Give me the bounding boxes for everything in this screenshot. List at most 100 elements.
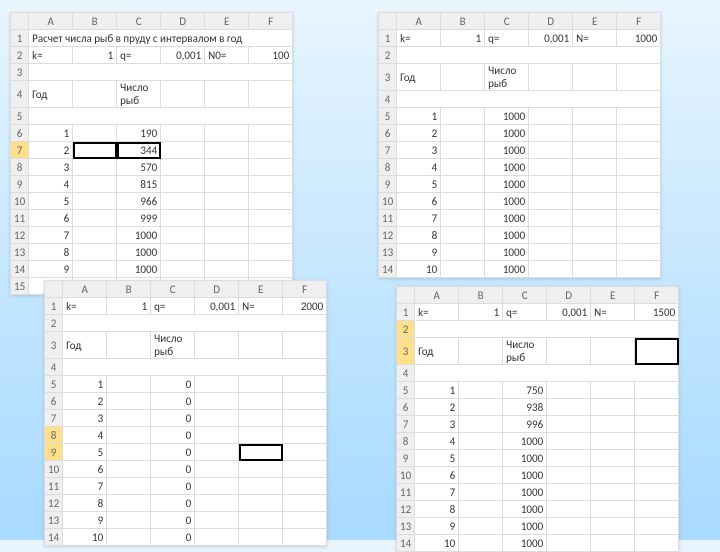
table-row[interactable]: 4 [379, 91, 661, 108]
col-header[interactable]: C [151, 281, 195, 298]
cell[interactable]: 9 [415, 518, 459, 535]
table-row[interactable]: 731000 [379, 142, 661, 159]
cell[interactable]: 9 [29, 261, 73, 278]
cell[interactable]: 1000 [485, 261, 529, 278]
table-row[interactable]: 1281000 [397, 501, 679, 518]
cell[interactable] [63, 315, 327, 332]
table-row[interactable]: 4 Год Число рыб [11, 81, 293, 108]
col-header[interactable]: C [503, 287, 547, 304]
cell[interactable] [73, 81, 117, 108]
cell[interactable]: 3 [397, 142, 441, 159]
cell[interactable]: 7 [415, 484, 459, 501]
cell[interactable]: 10 [415, 535, 459, 552]
cell[interactable]: 10 [397, 261, 441, 278]
row-header[interactable]: 6 [45, 393, 63, 410]
cell[interactable]: 1 [397, 108, 441, 125]
col-header[interactable]: E [573, 13, 617, 30]
col-header[interactable]: B [107, 281, 151, 298]
row-header[interactable]: 13 [11, 244, 29, 261]
cell[interactable] [239, 444, 283, 461]
table-row[interactable]: 621000 [379, 125, 661, 142]
table-row[interactable]: 1491000 [11, 261, 293, 278]
col-header[interactable]: E [591, 287, 635, 304]
cell[interactable]: 0 [151, 495, 195, 512]
cell[interactable]: 1000 [503, 450, 547, 467]
table-row[interactable]: 840 [45, 427, 327, 444]
table-row[interactable]: 1 k= 1 q= 0,001 N= 2000 [45, 298, 327, 315]
row-header[interactable]: 5 [45, 376, 63, 393]
table-row[interactable]: 1281000 [379, 227, 661, 244]
cell[interactable]: 1000 [503, 433, 547, 450]
cell[interactable]: k= [63, 298, 107, 315]
table-row[interactable]: 730 [45, 410, 327, 427]
cell[interactable]: 999 [117, 210, 161, 227]
col-header[interactable]: D [195, 281, 239, 298]
cell[interactable]: 0 [151, 393, 195, 410]
table-row[interactable]: 116999 [11, 210, 293, 227]
cell[interactable]: 7 [63, 478, 107, 495]
row-header[interactable]: 4 [45, 359, 63, 376]
table-row[interactable]: 1 k= 1 q= 0,001 N= 1000 [379, 30, 661, 47]
row-header[interactable]: 12 [379, 227, 397, 244]
cell[interactable] [441, 64, 485, 91]
row-header[interactable]: 6 [379, 125, 397, 142]
row-header[interactable]: 15 [11, 278, 29, 295]
cell[interactable] [397, 91, 661, 108]
table-row[interactable]: 1 k= 1 q= 0,001 N= 1500 [397, 304, 679, 321]
cell[interactable]: 1 [73, 47, 117, 64]
row-header[interactable]: 9 [11, 176, 29, 193]
table-row[interactable]: 1390 [45, 512, 327, 529]
cell[interactable]: 5 [63, 444, 107, 461]
cell[interactable]: 1000 [503, 467, 547, 484]
table-row[interactable]: 14101000 [379, 261, 661, 278]
row-header[interactable]: 2 [397, 321, 415, 338]
table-row[interactable]: 1060 [45, 461, 327, 478]
table-row[interactable]: 841000 [379, 159, 661, 176]
cell[interactable]: 1 [63, 376, 107, 393]
cell[interactable]: 1000 [485, 159, 529, 176]
table-row[interactable]: 1271000 [11, 227, 293, 244]
cell[interactable]: 1500 [635, 304, 679, 321]
cell[interactable]: q= [151, 298, 195, 315]
cell[interactable]: k= [29, 47, 73, 64]
cell[interactable]: 750 [503, 382, 547, 399]
cell[interactable]: 4 [63, 427, 107, 444]
cell[interactable]: 1000 [117, 261, 161, 278]
corner-cell[interactable] [379, 13, 397, 30]
cell[interactable]: 966 [117, 193, 161, 210]
cell[interactable]: 570 [117, 159, 161, 176]
col-header[interactable]: F [283, 281, 327, 298]
cell[interactable]: 2 [415, 399, 459, 416]
cell[interactable]: 0 [151, 461, 195, 478]
col-header[interactable]: F [617, 13, 661, 30]
cell[interactable]: 8 [415, 501, 459, 518]
row-header[interactable]: 5 [11, 108, 29, 125]
cell[interactable]: 1000 [117, 227, 161, 244]
row-header[interactable]: 8 [397, 433, 415, 450]
row-header[interactable]: 2 [379, 47, 397, 64]
cell[interactable]: 9 [397, 244, 441, 261]
col-header[interactable]: D [547, 287, 591, 304]
row-header[interactable]: 8 [45, 427, 63, 444]
row-header[interactable]: 9 [397, 450, 415, 467]
table-row[interactable]: 3 [11, 64, 293, 81]
cell[interactable]: 1000 [503, 484, 547, 501]
cell[interactable]: k= [397, 30, 441, 47]
cell[interactable]: 1000 [485, 244, 529, 261]
row-header[interactable]: 7 [11, 142, 29, 159]
row-header[interactable]: 14 [397, 535, 415, 552]
cell[interactable]: 0 [151, 376, 195, 393]
cell[interactable]: Год [63, 332, 107, 359]
col-header[interactable]: B [73, 13, 117, 30]
cell[interactable] [415, 365, 679, 382]
cell[interactable]: 0,001 [547, 304, 591, 321]
spreadsheet-grid[interactable]: A B C D E F 1 k= 1 q= 0,001 N= 1000 2 3 … [378, 12, 661, 278]
cell[interactable]: Год [397, 64, 441, 91]
col-header[interactable]: B [441, 13, 485, 30]
row-header[interactable]: 10 [11, 193, 29, 210]
cell[interactable]: 4 [29, 176, 73, 193]
cell[interactable]: 8 [29, 244, 73, 261]
table-row[interactable]: 1061000 [379, 193, 661, 210]
cell[interactable] [415, 321, 679, 338]
table-row[interactable]: 1391000 [379, 244, 661, 261]
